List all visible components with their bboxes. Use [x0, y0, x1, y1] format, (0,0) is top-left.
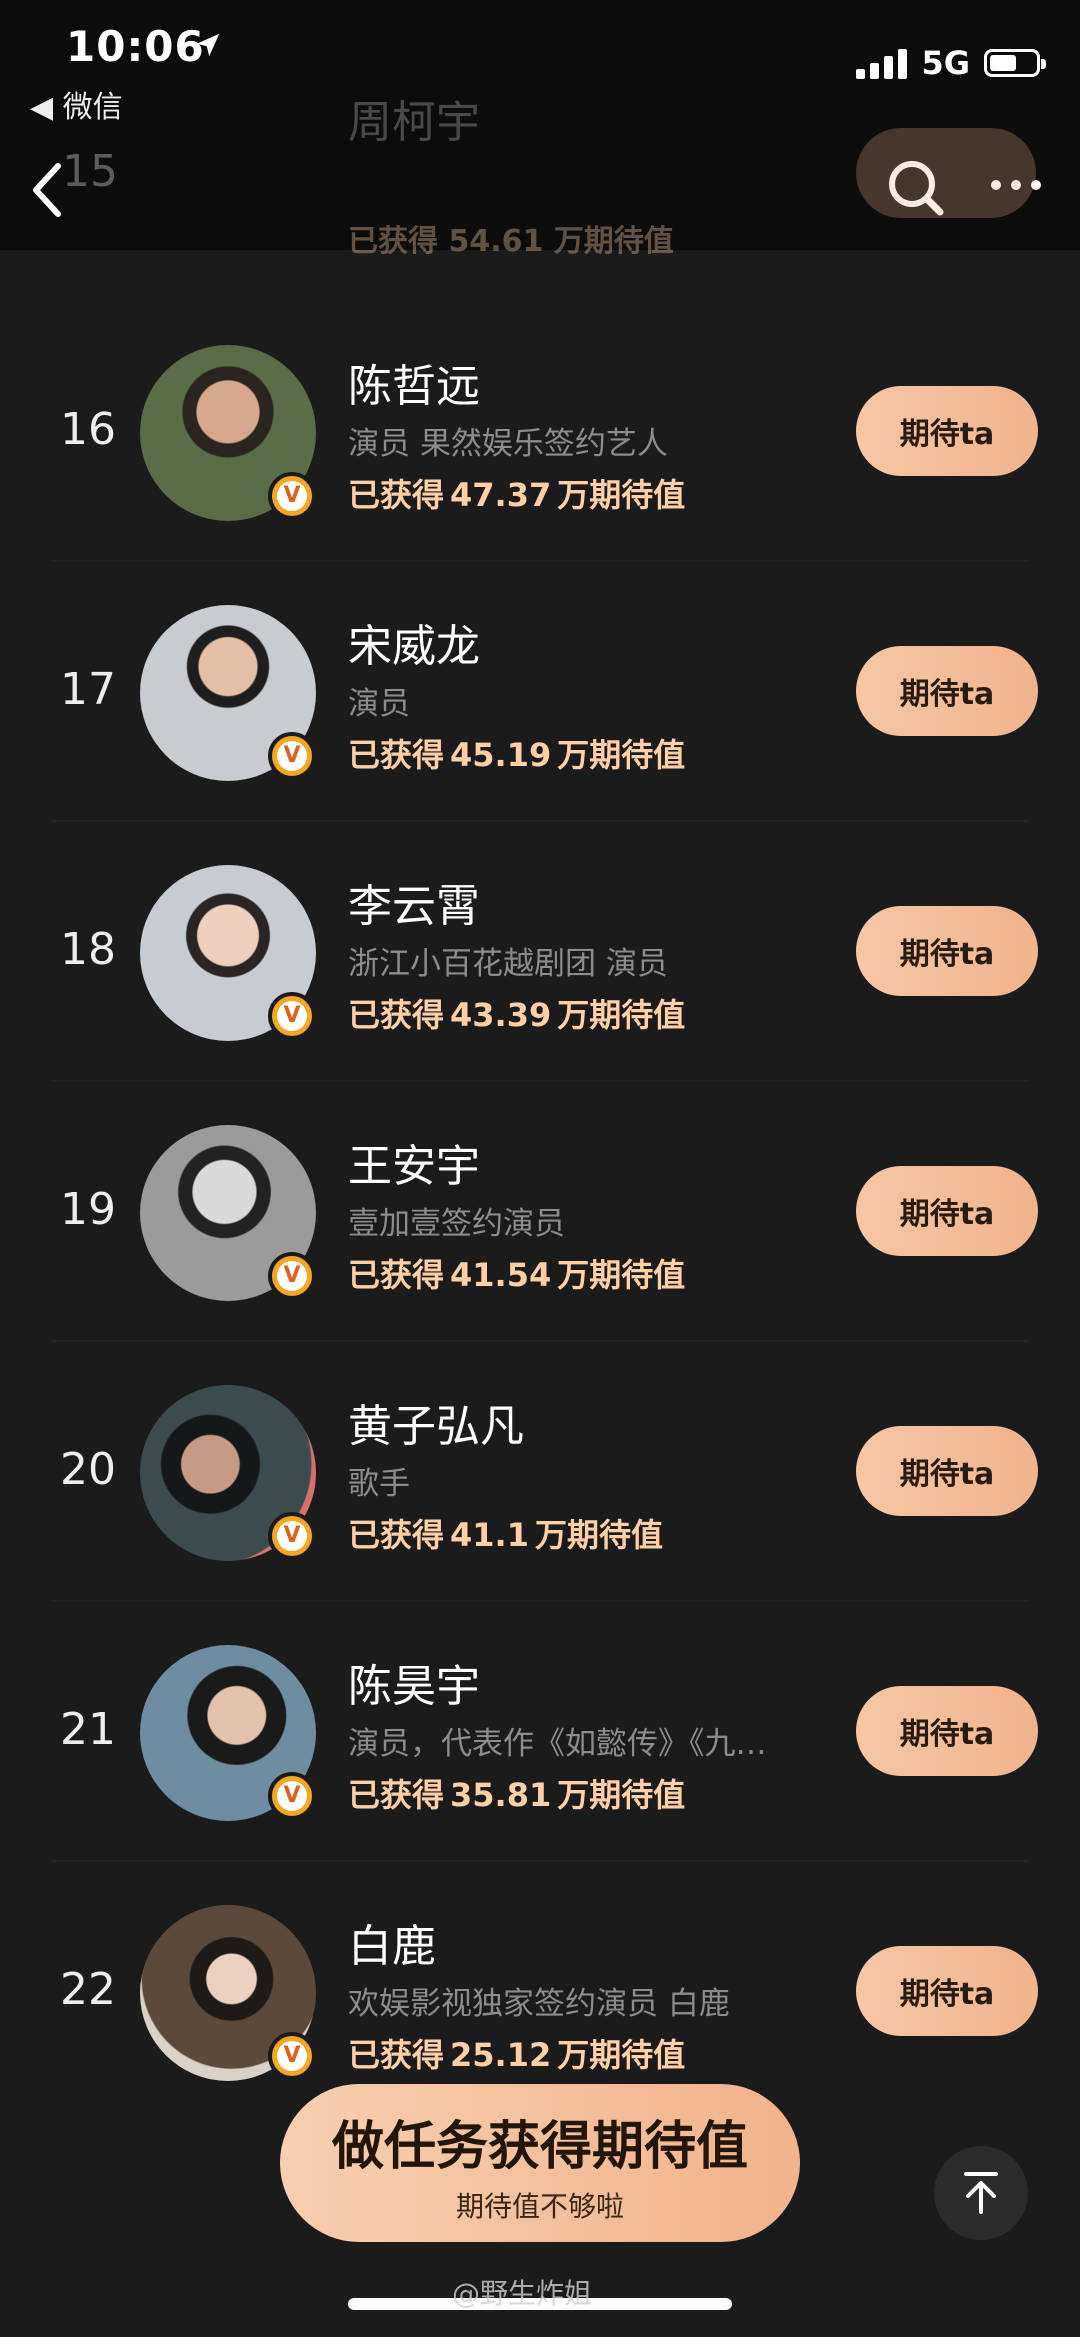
search-icon[interactable]: [886, 158, 946, 218]
row-description: 演员: [348, 686, 410, 722]
row-description: 浙江小百花越剧团 演员: [348, 946, 668, 982]
cta-title: 做任务获得期待值: [331, 2117, 748, 2177]
row-description: 壹加壹签约演员: [348, 1206, 565, 1242]
rank-number: 16: [60, 404, 116, 455]
row-points: 已获得 45.19 万期待值: [348, 736, 686, 774]
rank-number: 19: [60, 1184, 116, 1235]
list-item: 16 V 陈哲远 演员 果然娱乐签约艺人 已获得 47.37 万期待值 期待ta: [0, 300, 1080, 560]
verified-badge-icon: V: [268, 1512, 316, 1560]
arrow-up-icon: [964, 2172, 998, 2214]
expect-button[interactable]: 期待ta: [856, 646, 1038, 736]
more-options-icon[interactable]: [990, 178, 1042, 192]
back-arrow-icon[interactable]: [28, 160, 68, 220]
status-time: 10:06: [66, 22, 205, 71]
cta-subtitle: 期待值不够啦: [455, 2190, 624, 2223]
ranking-page: 15 周柯宇 已获得 54.61 万期待值 10:06 ◀ 微信 5G 16 V…: [0, 0, 1080, 2337]
expect-button[interactable]: 期待ta: [856, 1686, 1038, 1776]
verified-badge-icon: V: [268, 1772, 316, 1820]
expect-button[interactable]: 期待ta: [856, 386, 1038, 476]
expect-button[interactable]: 期待ta: [856, 1946, 1038, 2036]
signal-icon: [856, 47, 908, 79]
row-name: 陈昊宇: [348, 1661, 480, 1712]
row-points: 已获得 41.54 万期待值: [348, 1256, 686, 1294]
row-name: 宋威龙: [348, 621, 480, 672]
top-header: 10:06 ◀ 微信 5G: [0, 0, 1080, 250]
verified-badge-icon: V: [268, 472, 316, 520]
list-item: 18 V 李云霄 浙江小百花越剧团 演员 已获得 43.39 万期待值 期待ta: [0, 820, 1080, 1080]
rank-number: 22: [60, 1964, 116, 2015]
row-name: 白鹿: [348, 1921, 436, 1972]
verified-badge-icon: V: [268, 992, 316, 1040]
row-name: 王安宇: [348, 1141, 480, 1192]
row-name: 黄子弘凡: [348, 1401, 524, 1452]
status-indicators: 5G: [856, 44, 1046, 82]
row-name: 陈哲远: [348, 361, 480, 412]
expect-button[interactable]: 期待ta: [856, 1426, 1038, 1516]
row-points: 已获得 25.12 万期待值: [348, 2036, 686, 2074]
list-item: 22 V 白鹿 欢娱影视独家签约演员 白鹿 已获得 25.12 万期待值 期待ta: [0, 1860, 1080, 2120]
verified-badge-icon: V: [268, 2032, 316, 2080]
expect-button[interactable]: 期待ta: [856, 1166, 1038, 1256]
rank-number: 17: [60, 664, 116, 715]
row-points: 已获得 47.37 万期待值: [348, 476, 686, 514]
rank-number: 18: [60, 924, 116, 975]
list-item: 21 V 陈昊宇 演员，代表作《如懿传》《九… 已获得 35.81 万期待值 期待t…: [0, 1600, 1080, 1860]
row-description: 欢娱影视独家签约演员 白鹿: [348, 1986, 730, 2022]
expect-button[interactable]: 期待ta: [856, 906, 1038, 996]
verified-badge-icon: V: [268, 732, 316, 780]
row-points: 已获得 43.39 万期待值: [348, 996, 686, 1034]
network-type: 5G: [921, 44, 970, 82]
row-description: 歌手: [348, 1466, 410, 1502]
row-description: 演员 果然娱乐签约艺人: [348, 426, 668, 462]
rank-number: 21: [60, 1704, 116, 1755]
rank-number: 20: [60, 1444, 116, 1495]
list-item: 17 V 宋威龙 演员 已获得 45.19 万期待值 期待ta: [0, 560, 1080, 820]
list-item: 20 V 黄子弘凡 歌手 已获得 41.1 万期待值 期待ta: [0, 1340, 1080, 1600]
row-points: 已获得 41.1 万期待值: [348, 1516, 663, 1554]
ranking-list: 16 V 陈哲远 演员 果然娱乐签约艺人 已获得 47.37 万期待值 期待ta 1…: [0, 300, 1080, 2120]
do-tasks-button[interactable]: 做任务获得期待值 期待值不够啦: [280, 2084, 800, 2242]
back-to-top-button[interactable]: [934, 2146, 1028, 2240]
verified-badge-icon: V: [268, 1252, 316, 1300]
back-to-wechat-link[interactable]: ◀ 微信: [30, 82, 123, 126]
battery-icon: [984, 49, 1046, 77]
row-points: 已获得 35.81 万期待值: [348, 1776, 686, 1814]
watermark: @野生炸姐: [452, 2277, 593, 2310]
location-arrow-icon: [196, 33, 220, 57]
row-description: 演员，代表作《如懿传》《九…: [348, 1726, 767, 1762]
row-name: 李云霄: [348, 881, 480, 932]
list-item: 19 V 王安宇 壹加壹签约演员 已获得 41.54 万期待值 期待ta: [0, 1080, 1080, 1340]
